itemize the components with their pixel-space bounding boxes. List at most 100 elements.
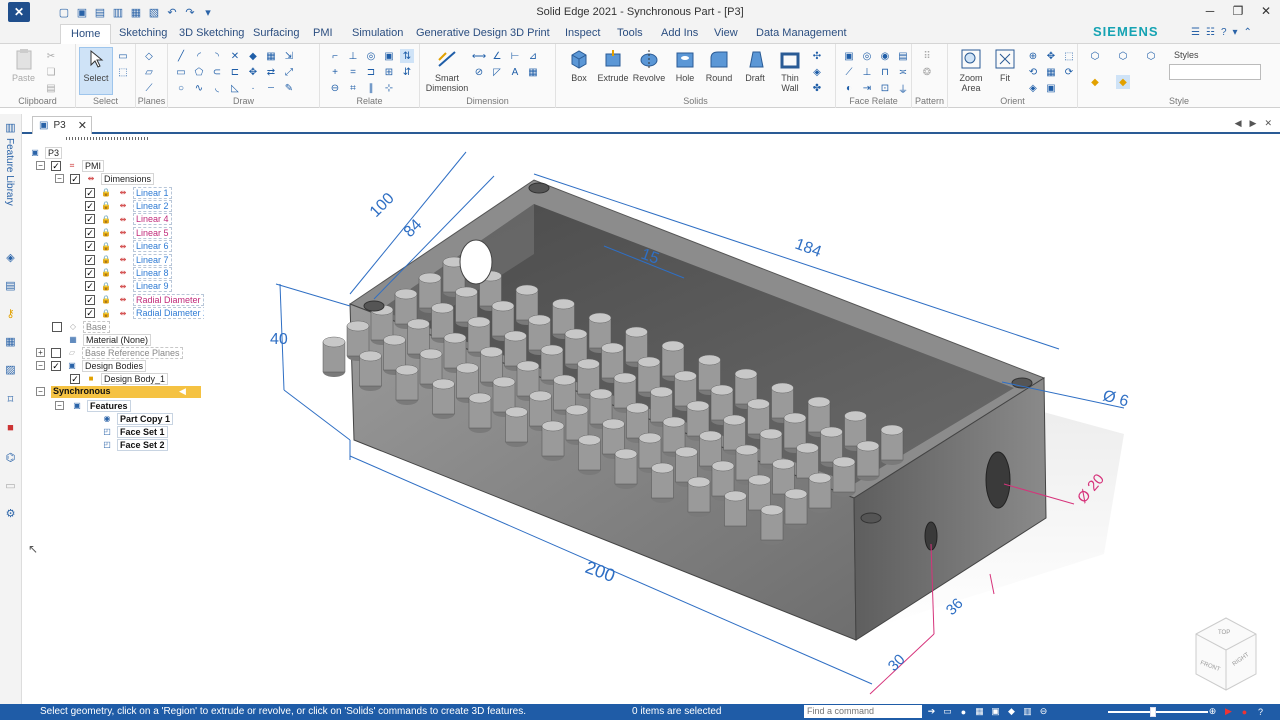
tree-dimension-item[interactable]: ✓ 🔒 ⇹ Linear 7 [85,253,172,266]
coplanar-icon[interactable]: ▣ [842,49,856,63]
dim-84[interactable]: 84 [401,216,426,241]
parallel-face-icon[interactable]: ⟋ [842,65,856,79]
transform-icon[interactable]: ✤ [810,81,824,95]
tree-base[interactable]: ◇ Base [52,320,110,333]
save-icon[interactable]: ▤ [92,4,108,20]
tab-view[interactable]: View [714,27,738,39]
collapse-icon[interactable]: − [55,401,64,410]
fit-button[interactable]: Fit [994,48,1016,83]
grid-icon[interactable]: ▦ [973,705,986,718]
pathfinder-icon[interactable]: ◈ [3,250,18,265]
zoom-in-icon[interactable]: ⊕ [1206,705,1219,718]
collapse-icon[interactable]: − [36,161,45,170]
format-painter-icon[interactable]: ▤ [44,81,58,95]
restore-icon[interactable]: ❐ [1224,0,1252,22]
concentric-icon[interactable]: ◎ [364,49,378,63]
family-of-parts-icon[interactable]: ▦ [3,334,18,349]
relation-assistant-icon[interactable]: ⇅ [400,49,414,63]
close-doc-icon[interactable]: ✕ [1264,118,1272,129]
tree-dimension-item[interactable]: ✓ 🔒 ⇹ Linear 9 [85,280,172,293]
zoom-icon[interactable]: ⊕ [1026,49,1040,63]
add-body-icon[interactable]: ◈ [810,65,824,79]
tree-dimension-item[interactable]: ✓ 🔒 ⇹ Linear 8 [85,266,172,279]
spin-icon[interactable]: ⟳ [1062,65,1076,79]
scale-icon[interactable]: ⤢ [282,65,296,79]
tab-pmi[interactable]: PMI [313,27,333,39]
extend-icon[interactable]: ⊏ [228,65,242,79]
arc-icon[interactable]: ◜ [192,49,206,63]
polygon-icon[interactable]: ⬠ [192,65,206,79]
design-intent-icon[interactable]: ⌬ [3,450,18,465]
lock-icon[interactable]: 🔒 [99,254,113,265]
smart-dimension-button[interactable]: Smart Dimension [424,48,470,93]
ribbon-menu-icon[interactable]: ▾ [1233,27,1238,38]
point-icon[interactable]: · [246,81,260,95]
snap-icon[interactable]: ▣ [989,705,1002,718]
copy-icon[interactable]: ❏ [44,65,58,79]
dim-200[interactable]: 200 [583,557,618,586]
print-icon[interactable]: ▦ [128,4,144,20]
sketch-view-icon[interactable]: ◈ [1026,81,1040,95]
dim-30[interactable]: 30 [885,651,909,675]
paint-icon[interactable]: ✎ [282,81,296,95]
tree-dimension-item[interactable]: ✓ 🔒 ⇹ Linear 2 [85,199,172,212]
parallel-plane-icon[interactable]: ▱ [142,65,156,79]
tab-sketching[interactable]: Sketching [119,27,167,39]
help-status-icon[interactable]: ? [1254,705,1267,718]
undo-icon[interactable]: ↶ [164,4,180,20]
tree-resize-grip[interactable] [66,137,148,140]
rigid-face-icon[interactable]: ⊡ [878,81,892,95]
symmetric-face-icon[interactable]: ▤ [896,49,910,63]
visibility-checkbox[interactable]: ✓ [85,187,95,198]
layout-icon[interactable]: ☰ [1191,27,1200,38]
zoom-slider[interactable] [1108,711,1208,713]
revolve-button[interactable]: Revolve [632,48,666,83]
sensor-status-icon[interactable]: ◆ [1005,705,1018,718]
offset-icon[interactable]: ⊂ [210,65,224,79]
aligned-icon[interactable]: ◉ [878,49,892,63]
tab-3d-sketching[interactable]: 3D Sketching [179,27,244,39]
colors-icon[interactable]: ■ [3,420,18,435]
layers-icon[interactable]: ▤ [3,278,18,293]
tab-simulation[interactable]: Simulation [352,27,403,39]
fillet-icon[interactable]: ◟ [210,81,224,95]
close-tab-icon[interactable]: ✕ [78,119,87,132]
symmetric-icon[interactable]: ⊖ [328,81,342,95]
visibility-checkbox[interactable]: ✓ [85,254,95,265]
variable-table-icon[interactable]: ▦ [526,65,540,79]
part-painter-icon[interactable]: ◆ [1088,75,1102,89]
feature-library-icon[interactable]: ▥ [3,120,18,135]
trim-icon[interactable]: ✕ [228,49,242,63]
visibility-checkbox[interactable]: ✓ [70,173,80,184]
collapse-icon[interactable]: − [36,387,45,396]
chamfer-dim-icon[interactable]: ◸ [490,65,504,79]
lock-icon[interactable]: 🔒 [99,308,113,319]
equal-radius-icon[interactable]: ≍ [896,65,910,79]
find-go-icon[interactable]: ➔ [925,705,938,718]
visibility-checkbox[interactable]: ✓ [85,200,95,211]
tab-inspect[interactable]: Inspect [565,27,600,39]
tree-design-bodies[interactable]: − ✓ ▣ Design Bodies [36,359,147,372]
tree-material[interactable]: ▦ Material (None) [66,333,152,346]
tree-face-set-1[interactable]: ◰ Face Set 1 [100,425,168,438]
pattern-feature-icon[interactable]: ✣ [810,49,824,63]
prev-tab-icon[interactable]: ◀ [1235,118,1242,129]
concentric-face-icon[interactable]: ◎ [860,49,874,63]
circular-pattern-icon[interactable]: ❂ [920,65,934,79]
tab-data-management[interactable]: Data Management [756,27,847,39]
properties-icon[interactable]: ▧ [146,4,162,20]
construction-icon[interactable]: ┄ [264,81,278,95]
lock-icon[interactable]: 🔒 [99,267,113,278]
customize-qat-icon[interactable]: ▾ [200,4,216,20]
visibility-checkbox[interactable]: ✓ [51,360,61,371]
tangent-arc-icon[interactable]: ◝ [210,49,224,63]
folder-icon[interactable]: ▭ [941,705,954,718]
project-icon[interactable]: ⇲ [282,49,296,63]
connect-icon[interactable]: ⌐ [328,49,342,63]
collinear-icon[interactable]: ⊞ [382,65,396,79]
zoom-out-icon[interactable]: ⊖ [1037,705,1050,718]
dim-184[interactable]: 184 [793,236,824,261]
lock-icon[interactable]: 🔒 [99,227,113,238]
zoom-area-button[interactable]: Zoom Area [956,48,986,93]
round-button[interactable]: Round [704,48,734,83]
